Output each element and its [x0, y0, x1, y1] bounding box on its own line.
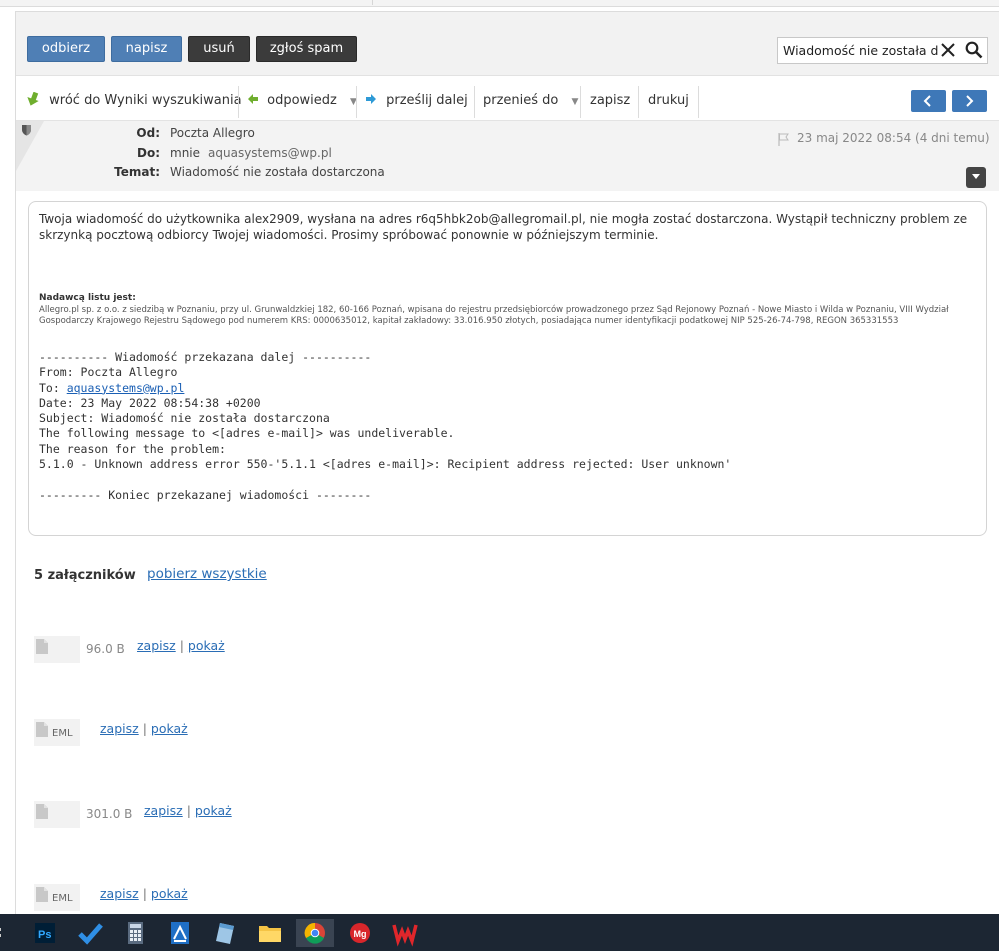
move-to-button[interactable]: przenieś do ▼ [483, 90, 578, 112]
toolbar-separator [238, 86, 239, 118]
forwarded-message: ---------- Wiadomość przekazana dalej --… [39, 350, 731, 503]
mg-app-icon[interactable]: Mg [345, 919, 375, 947]
download-all-link[interactable]: pobierz wszystkie [147, 566, 267, 582]
reply-label: odpowiedz [267, 93, 337, 108]
sender-heading: Nadawcą listu jest: [39, 293, 136, 303]
next-message-button[interactable] [952, 90, 987, 112]
report-spam-button[interactable]: zgłoś spam [256, 36, 357, 62]
forward-line: The following message to <[adres e-mail]… [39, 426, 455, 441]
message-body: Twoja wiadomość do użytkownika alex2909,… [28, 201, 987, 536]
main-toolbar: odbierz napisz usuń zgłoś spam [16, 12, 999, 76]
move-to-label: przenieś do [483, 93, 559, 108]
notepad-icon[interactable] [210, 919, 240, 947]
to-name: mnie [170, 146, 201, 160]
attachment-show-link[interactable]: pokaż [151, 721, 188, 736]
svg-text:Mg: Mg [354, 929, 367, 939]
attachment-extension: EML [52, 728, 73, 739]
search-icon[interactable] [965, 41, 983, 59]
legal-text: Allegro.pl sp. z o.o. z siedzibą w Pozna… [39, 305, 949, 326]
attachments-heading: 5 załączników [34, 568, 136, 583]
from-label: Od: [136, 126, 160, 140]
forward-to-label: To: [39, 380, 67, 395]
attachment-show-link[interactable]: pokaż [151, 886, 188, 901]
forward-arrow-icon [366, 93, 376, 108]
move-to-dropdown-icon[interactable]: ▼ [572, 97, 579, 107]
clear-search-icon[interactable] [940, 41, 956, 59]
save-button[interactable]: zapisz [590, 90, 630, 112]
search-box [777, 37, 988, 64]
chrome-icon[interactable] [296, 919, 334, 947]
forward-subject: Subject: Wiadomość nie została dostarczo… [39, 411, 330, 426]
attachment-thumbnail[interactable]: EML [34, 719, 80, 746]
body-paragraph: Twoja wiadomość do użytkownika alex2909,… [39, 212, 968, 242]
forward-from: From: Poczta Allegro [39, 365, 178, 380]
attachment-thumbnail[interactable]: EML [34, 884, 80, 911]
svg-text:Ps: Ps [38, 929, 51, 941]
search-input[interactable] [783, 42, 939, 59]
forward-label: prześlij dalej [386, 93, 468, 108]
checkmark-app-icon[interactable] [75, 919, 105, 947]
attachment-size: 301.0 B [86, 807, 133, 821]
forward-date: Date: 23 May 2022 08:54:38 +0200 [39, 395, 261, 410]
to-value: mnie aquasystems@wp.pl [170, 146, 332, 160]
message-header: Od: Poczta Allegro Do: mnie aquasystems@w… [16, 120, 999, 191]
receive-button[interactable]: odbierz [27, 36, 105, 62]
attachment-save-link[interactable]: zapisz [137, 638, 176, 653]
print-button[interactable]: drukuj [648, 90, 689, 112]
wps-office-icon[interactable] [390, 919, 420, 947]
windows-taskbar: Ps Mg [0, 914, 999, 951]
attachment-save-link[interactable]: zapisz [144, 803, 183, 818]
subject-label: Temat: [114, 165, 160, 179]
link-divider: | [142, 886, 147, 901]
attachment-size: 96.0 B [86, 642, 125, 656]
to-email: aquasystems@wp.pl [208, 146, 332, 160]
forward-start-line: ---------- Wiadomość przekazana dalej --… [39, 350, 372, 364]
forward-button[interactable]: prześlij dalej [366, 90, 468, 112]
link-divider: | [142, 721, 147, 736]
forward-to: To: aquasystems@wp.pl [39, 381, 731, 396]
from-value: Poczta Allegro [170, 126, 255, 140]
attachment-show-link[interactable]: pokaż [188, 638, 225, 653]
attachment-extension: EML [52, 893, 73, 904]
mail-view: odbierz napisz usuń zgłoś spam wróć do W… [15, 11, 999, 915]
forward-to-email-link[interactable]: aquasystems@wp.pl [67, 381, 185, 395]
attachment-save-link[interactable]: zapisz [100, 886, 139, 901]
header-details-button[interactable] [966, 167, 986, 188]
calculator-icon[interactable] [120, 919, 150, 947]
message-date: 23 maj 2022 08:54 (4 dni temu) [797, 131, 990, 145]
attachment-thumbnail[interactable] [34, 801, 80, 828]
reply-arrow-icon [248, 93, 258, 108]
task-view-icon[interactable] [0, 919, 6, 947]
attachment-show-link[interactable]: pokaż [195, 803, 232, 818]
toolbar-separator [474, 86, 475, 118]
file-explorer-icon[interactable] [255, 919, 285, 947]
previous-message-button[interactable] [911, 90, 946, 112]
browser-top-strip [0, 0, 999, 7]
forward-end-line: --------- Koniec przekazanej wiadomości … [39, 487, 372, 502]
toolbar-separator [580, 86, 581, 118]
document-app-icon[interactable] [165, 919, 195, 947]
photoshop-icon[interactable]: Ps [30, 919, 60, 947]
browser-tab[interactable] [0, 0, 373, 5]
link-divider: | [179, 638, 184, 653]
toolbar-separator [638, 86, 639, 118]
toolbar-separator [698, 86, 699, 118]
shield-icon [21, 124, 32, 139]
back-to-results-label: wróć do Wyniki wyszukiwania [49, 93, 242, 108]
attachment-save-link[interactable]: zapisz [100, 721, 139, 736]
reply-button[interactable]: odpowiedz ▼ [248, 90, 357, 112]
forward-line: 5.1.0 - Unknown address error 550-'5.1.1… [39, 457, 732, 472]
flag-icon[interactable] [778, 133, 790, 149]
to-label: Do: [136, 146, 160, 160]
link-divider: | [186, 803, 191, 818]
compose-button[interactable]: napisz [111, 36, 182, 62]
forward-line: The reason for the problem: [39, 441, 226, 456]
back-arrow-icon [27, 91, 39, 108]
subject-value: Wiadomość nie została dostarczona [170, 165, 385, 179]
attachment-thumbnail[interactable] [34, 636, 80, 663]
delete-button[interactable]: usuń [188, 36, 250, 62]
back-to-results-button[interactable]: wróć do Wyniki wyszukiwania [27, 90, 242, 112]
toolbar-separator [356, 86, 357, 118]
message-action-bar: wróć do Wyniki wyszukiwania odpowiedz ▼ … [16, 83, 999, 118]
